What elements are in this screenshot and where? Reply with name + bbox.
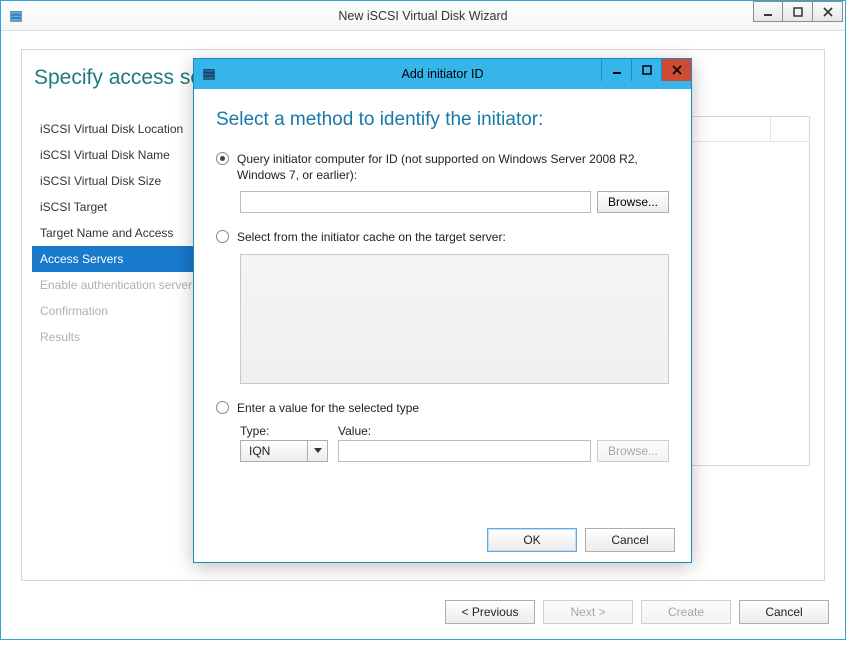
- type-column: Type: IQN: [240, 424, 328, 462]
- step-size[interactable]: iSCSI Virtual Disk Size: [32, 168, 214, 194]
- browse-value-button: Browse...: [597, 440, 669, 462]
- step-location[interactable]: iSCSI Virtual Disk Location: [32, 116, 214, 142]
- option-query-row: Query initiator computer for ID (not sup…: [216, 151, 669, 183]
- dialog-body: Select a method to identify the initiato…: [194, 89, 691, 518]
- dialog-footer: OK Cancel: [194, 518, 691, 562]
- minimize-button[interactable]: [753, 1, 783, 22]
- manual-entry-row: Type: IQN Value: Browse...: [240, 424, 669, 462]
- close-button[interactable]: [813, 1, 843, 22]
- dialog-cancel-button[interactable]: Cancel: [585, 528, 675, 552]
- query-computer-input[interactable]: [240, 191, 591, 213]
- dialog-window-buttons: [601, 59, 691, 81]
- server-icon: [9, 9, 23, 23]
- option-manual-row: Enter a value for the selected type: [216, 400, 669, 416]
- option-cache-row: Select from the initiator cache on the t…: [216, 229, 669, 245]
- next-button: Next >: [543, 600, 633, 624]
- radio-cache[interactable]: [216, 230, 229, 243]
- maximize-button[interactable]: [783, 1, 813, 22]
- option-cache-label: Select from the initiator cache on the t…: [237, 229, 506, 245]
- create-button: Create: [641, 600, 731, 624]
- server-icon: [202, 67, 216, 81]
- option-query-label: Query initiator computer for ID (not sup…: [237, 151, 669, 183]
- previous-button[interactable]: < Previous: [445, 600, 535, 624]
- wizard-steps: iSCSI Virtual Disk Location iSCSI Virtua…: [32, 116, 214, 350]
- chevron-down-icon: [307, 441, 327, 461]
- type-label: Type:: [240, 424, 328, 438]
- type-selected-value: IQN: [241, 441, 307, 461]
- wizard-title: New iSCSI Virtual Disk Wizard: [338, 9, 507, 23]
- step-enable-auth: Enable authentication servers: [32, 272, 214, 298]
- initiator-cache-list: [240, 254, 669, 384]
- step-confirmation: Confirmation: [32, 298, 214, 324]
- wizard-footer: < Previous Next > Create Cancel: [1, 585, 845, 639]
- dialog-heading: Select a method to identify the initiato…: [216, 109, 669, 131]
- option-manual-label: Enter a value for the selected type: [237, 400, 419, 416]
- step-name[interactable]: iSCSI Virtual Disk Name: [32, 142, 214, 168]
- dialog-titlebar: Add initiator ID: [194, 59, 691, 89]
- wizard-window-buttons: [753, 1, 843, 22]
- step-results: Results: [32, 324, 214, 350]
- table-column-divider: [770, 117, 771, 141]
- step-access-servers[interactable]: Access Servers: [32, 246, 214, 272]
- step-target[interactable]: iSCSI Target: [32, 194, 214, 220]
- dialog-minimize-button[interactable]: [601, 59, 631, 81]
- dialog-maximize-button[interactable]: [631, 59, 661, 81]
- dialog-title: Add initiator ID: [402, 67, 484, 81]
- wizard-titlebar: New iSCSI Virtual Disk Wizard: [1, 1, 845, 31]
- ok-button[interactable]: OK: [487, 528, 577, 552]
- query-input-group: Browse...: [240, 191, 669, 213]
- dialog-close-button[interactable]: [661, 59, 691, 81]
- radio-query[interactable]: [216, 152, 229, 165]
- value-input[interactable]: [338, 440, 591, 462]
- step-target-name[interactable]: Target Name and Access: [32, 220, 214, 246]
- radio-manual[interactable]: [216, 401, 229, 414]
- value-column: Value: Browse...: [338, 424, 669, 462]
- cancel-button[interactable]: Cancel: [739, 600, 829, 624]
- add-initiator-dialog: Add initiator ID Select a method to iden…: [193, 58, 692, 563]
- browse-computer-button[interactable]: Browse...: [597, 191, 669, 213]
- type-combobox[interactable]: IQN: [240, 440, 328, 462]
- value-label: Value:: [338, 424, 669, 438]
